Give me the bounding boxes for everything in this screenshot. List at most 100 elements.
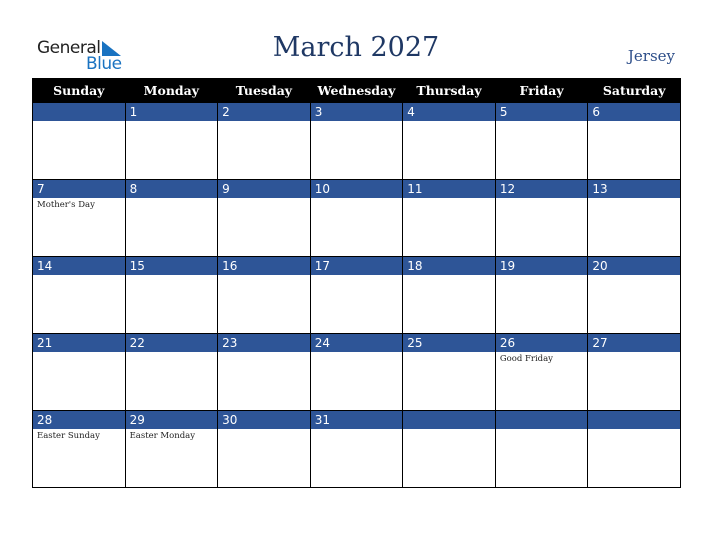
- holiday-label: [403, 275, 495, 277]
- holiday-label: [403, 121, 495, 123]
- day-cell-content: 3: [310, 103, 403, 179]
- day-cell[interactable]: 20: [587, 256, 681, 334]
- day-cell[interactable]: 6: [587, 102, 681, 180]
- day-cell-content: 23: [218, 334, 310, 410]
- day-number: 31: [310, 411, 403, 429]
- day-number: [403, 411, 495, 429]
- day-cell[interactable]: 2: [217, 102, 311, 180]
- day-cell-content: 22: [125, 334, 218, 410]
- day-cell-content: 30: [218, 411, 310, 487]
- holiday-label: [33, 352, 125, 354]
- holiday-label: [496, 275, 588, 277]
- day-cell-content: 25: [403, 334, 495, 410]
- day-cell[interactable]: 24: [309, 333, 404, 411]
- day-cell-content: 29 Easter Monday: [125, 411, 218, 487]
- day-number: 16: [218, 257, 310, 275]
- day-cell[interactable]: 18: [402, 256, 496, 334]
- day-number: 15: [125, 257, 218, 275]
- day-cell-content: 26 Good Friday: [495, 334, 588, 410]
- day-cell[interactable]: 19: [494, 256, 589, 334]
- holiday-label: [496, 121, 588, 123]
- day-cell[interactable]: 9: [217, 179, 311, 257]
- day-number: 26: [495, 334, 588, 352]
- day-cell[interactable]: 1: [124, 102, 219, 180]
- day-cell-content: 9: [218, 180, 310, 256]
- day-cell[interactable]: 26 Good Friday: [494, 333, 589, 411]
- day-cell[interactable]: 22: [124, 333, 219, 411]
- day-number: 5: [495, 103, 588, 121]
- day-cell-content: 2: [218, 103, 310, 179]
- day-number: 7: [33, 180, 125, 198]
- day-cell[interactable]: 12: [494, 179, 589, 257]
- day-cell[interactable]: 21: [32, 333, 126, 411]
- holiday-label: [126, 352, 218, 354]
- day-cell[interactable]: 15: [124, 256, 219, 334]
- day-cell[interactable]: 29 Easter Monday: [124, 410, 219, 488]
- day-cell-content: 27: [588, 334, 680, 410]
- day-cell[interactable]: 7 Mother's Day: [32, 179, 126, 257]
- day-cell-content: 4: [403, 103, 495, 179]
- day-cell[interactable]: [32, 102, 126, 180]
- week-row: 14 15 16 17 18 19 20: [32, 256, 681, 334]
- day-cell-content: 7 Mother's Day: [33, 180, 125, 256]
- day-cell-content: 21: [33, 334, 125, 410]
- holiday-label: [33, 121, 125, 123]
- calendar-title: March 2027: [272, 32, 440, 63]
- weekday-header-row: Sunday Monday Tuesday Wednesday Thursday…: [32, 78, 681, 103]
- day-number: 18: [403, 257, 495, 275]
- day-cell-content: 6: [588, 103, 680, 179]
- day-number: 21: [33, 334, 125, 352]
- day-number: 24: [310, 334, 403, 352]
- day-cell-content: 1: [125, 103, 218, 179]
- day-number: 23: [218, 334, 310, 352]
- day-cell[interactable]: 14: [32, 256, 126, 334]
- day-number: 3: [310, 103, 403, 121]
- day-cell[interactable]: [587, 410, 681, 488]
- holiday-label: [218, 352, 310, 354]
- holiday-label: [311, 121, 403, 123]
- day-number: 10: [310, 180, 403, 198]
- day-number: 17: [310, 257, 403, 275]
- week-row: 7 Mother's Day 8 9 10 11 12 13: [32, 179, 681, 257]
- day-cell[interactable]: [494, 410, 589, 488]
- day-cell[interactable]: 25: [402, 333, 496, 411]
- day-cell[interactable]: 10: [309, 179, 404, 257]
- holiday-label: [218, 429, 310, 431]
- day-number: 6: [588, 103, 680, 121]
- day-cell[interactable]: 23: [217, 333, 311, 411]
- week-row: 123456: [32, 102, 681, 180]
- holiday-label: [588, 198, 680, 200]
- day-cell-content: 24: [310, 334, 403, 410]
- day-cell[interactable]: [402, 410, 496, 488]
- holiday-label: [311, 275, 403, 277]
- day-cell[interactable]: 30: [217, 410, 311, 488]
- weekday-sunday: Sunday: [32, 78, 126, 103]
- holiday-label: Easter Sunday: [37, 431, 100, 441]
- day-cell-content: 16: [218, 257, 310, 333]
- weekday-friday: Friday: [494, 78, 589, 103]
- day-cell[interactable]: 28 Easter Sunday: [32, 410, 126, 488]
- holiday-label: [126, 275, 218, 277]
- day-number: 27: [588, 334, 680, 352]
- holiday-label: [311, 429, 403, 431]
- day-cell[interactable]: 31: [309, 410, 404, 488]
- day-cell[interactable]: 3: [309, 102, 404, 180]
- day-cell[interactable]: 4: [402, 102, 496, 180]
- day-cell-content: 11: [403, 180, 495, 256]
- day-cell[interactable]: 17: [309, 256, 404, 334]
- region-label: Jersey: [627, 47, 675, 65]
- day-cell[interactable]: 5: [494, 102, 589, 180]
- day-cell[interactable]: 8: [124, 179, 219, 257]
- day-cell[interactable]: 16: [217, 256, 311, 334]
- day-cell-content: 5: [495, 103, 588, 179]
- day-cell[interactable]: 27: [587, 333, 681, 411]
- day-cell-content: 10: [310, 180, 403, 256]
- day-cell[interactable]: 13: [587, 179, 681, 257]
- day-number: [33, 103, 125, 121]
- day-number: [495, 411, 588, 429]
- holiday-label: Good Friday: [499, 354, 553, 364]
- day-cell[interactable]: 11: [402, 179, 496, 257]
- day-cell-content: 13: [588, 180, 680, 256]
- holiday-label: Easter Monday: [129, 431, 196, 441]
- day-cell-content: 19: [495, 257, 588, 333]
